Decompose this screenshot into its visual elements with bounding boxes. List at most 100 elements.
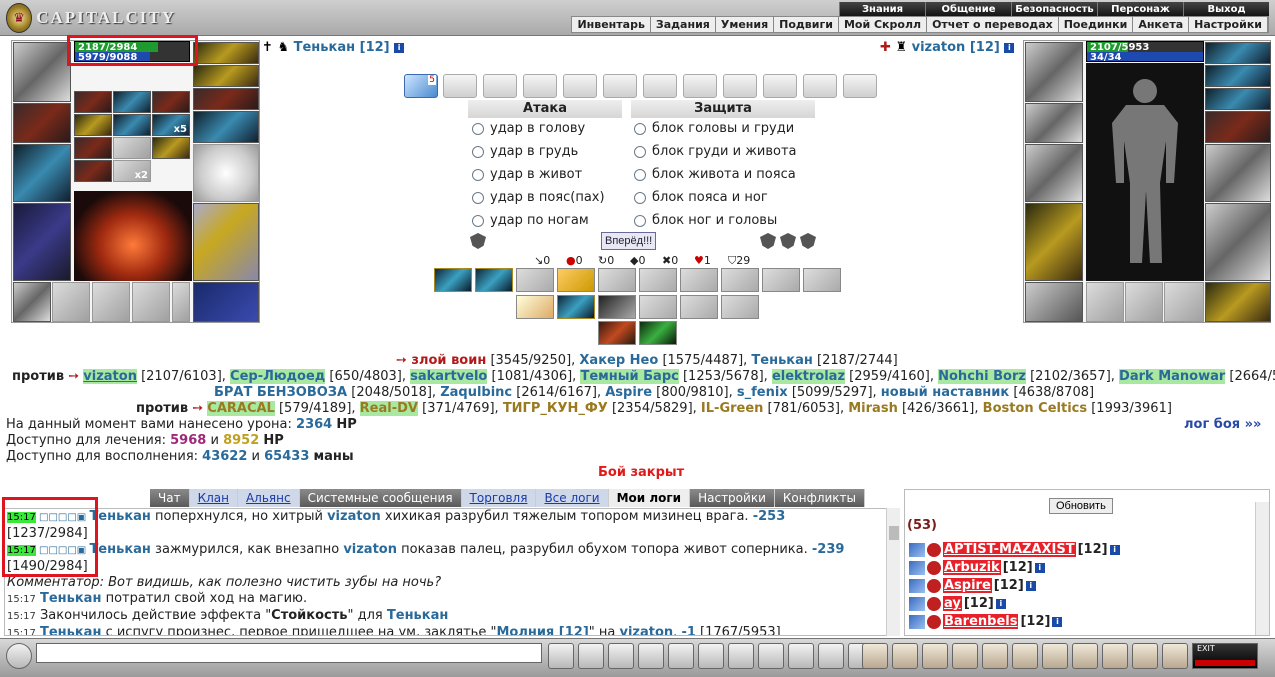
effect-icon[interactable] [803, 268, 841, 292]
defense-shield-icon[interactable] [470, 233, 486, 249]
tab-3[interactable]: Системные сообщения [299, 489, 462, 507]
fighter-name[interactable]: злой воин [411, 353, 486, 368]
fighter-name[interactable]: s_fenix [737, 385, 788, 400]
info-icon[interactable]: i [995, 598, 1006, 609]
effect-icon[interactable] [557, 268, 595, 292]
gloves-slot[interactable] [1205, 111, 1271, 143]
chat-part[interactable]: vizaton [327, 509, 381, 524]
action-icon[interactable] [1132, 643, 1158, 669]
info-icon[interactable]: i [1034, 562, 1045, 573]
empty-slot-3[interactable] [132, 282, 170, 322]
chat-part[interactable]: Молния [12] [496, 625, 588, 635]
defense-option[interactable]: блок груди и живота [634, 144, 797, 159]
fighter-name[interactable]: CARACAL [207, 401, 275, 416]
fighter-name[interactable]: Mirash [848, 401, 898, 416]
chat-part[interactable]: -1 [681, 625, 695, 635]
spell-slot[interactable] [152, 137, 190, 159]
fighter-name[interactable]: IL-Green [701, 401, 764, 416]
menu-sub-item[interactable]: Умения [716, 17, 775, 32]
scroll-slot[interactable] [603, 74, 637, 98]
attack-option[interactable]: удар в грудь [472, 144, 578, 159]
effect-icon[interactable] [598, 295, 636, 319]
spell-slot[interactable] [113, 91, 151, 113]
fighter-name[interactable]: Boston Celtics [983, 401, 1087, 416]
action-icon[interactable] [1102, 643, 1128, 669]
radio-icon[interactable] [472, 145, 484, 158]
empty-slot-2[interactable] [92, 282, 130, 322]
smile-icon[interactable] [6, 643, 32, 669]
weapon-slot[interactable] [13, 144, 71, 202]
spell-slot[interactable] [74, 91, 112, 113]
empty-slot-2[interactable] [1125, 282, 1163, 322]
tab-8[interactable]: Конфликты [774, 489, 866, 507]
ring-slot-1[interactable] [1205, 42, 1271, 64]
action-icon[interactable] [1042, 643, 1068, 669]
empty-slot-4[interactable] [172, 282, 190, 322]
ring-slot-3[interactable] [1205, 88, 1271, 110]
menu-sub-item[interactable]: Задания [651, 17, 716, 32]
action-icon[interactable] [1162, 643, 1188, 669]
chat-log[interactable]: 15:17 □□□□▣ Тенькан поперхнулся, но хитр… [4, 508, 900, 636]
chat-part[interactable]: vizaton [620, 625, 674, 635]
fighter-name[interactable]: Хакер Нео [579, 353, 658, 368]
menu-sub-item[interactable]: Мой Скролл [839, 17, 928, 32]
radio-icon[interactable] [472, 122, 484, 135]
attack-option[interactable]: удар по ногам [472, 213, 589, 228]
weapon-slot[interactable] [1025, 144, 1083, 202]
fighter-name[interactable]: sakartvelo [410, 369, 488, 384]
spell-scroll-active[interactable]: 5 [404, 74, 438, 98]
empty-slot-1[interactable] [1086, 282, 1124, 322]
scroll-slot[interactable] [763, 74, 797, 98]
effect-icon[interactable] [598, 268, 636, 292]
scroll-icon[interactable] [728, 643, 754, 669]
fighter-name[interactable]: ТИГР_КУН_ФУ [503, 401, 608, 416]
chat-part[interactable]: Тенькан [40, 625, 101, 635]
chat-part[interactable]: -239 [812, 542, 845, 557]
menu-sub-item[interactable]: Поединки [1059, 17, 1134, 32]
chat-part[interactable]: Тенькан [89, 509, 150, 524]
ring-slot-2[interactable] [1205, 65, 1271, 87]
opponent-name[interactable]: vizaton [912, 40, 966, 55]
effect-icon[interactable] [639, 268, 677, 292]
action-icon[interactable] [922, 643, 948, 669]
chat-part[interactable]: vizaton [343, 542, 397, 557]
radio-icon[interactable] [634, 168, 646, 181]
shield-slot[interactable] [193, 144, 259, 202]
empty-slot-3[interactable] [1164, 282, 1204, 322]
chat-part[interactable]: Тенькан [89, 542, 150, 557]
exit-button[interactable]: EXIT [1192, 643, 1258, 669]
effect-icon[interactable] [721, 295, 759, 319]
menu-top-item[interactable]: Персонаж [1097, 2, 1183, 17]
spell-slot[interactable] [113, 137, 151, 159]
effect-icon[interactable] [762, 268, 800, 292]
player-row[interactable]: Barenbels [12] i [909, 614, 1063, 629]
forward-button[interactable]: Вперёд!!! [601, 232, 657, 250]
menu-top-item[interactable]: Знания [839, 2, 925, 17]
defense-option[interactable]: блок пояса и ног [634, 190, 768, 205]
radio-icon[interactable] [634, 214, 646, 227]
fighter-name[interactable]: Real-DV [359, 401, 418, 416]
scroll-slot[interactable] [843, 74, 877, 98]
tab-1[interactable]: Клан [189, 489, 238, 507]
effect-icon[interactable] [598, 321, 636, 345]
attack-option[interactable]: удар в пояс(пах) [472, 190, 605, 205]
sword-icon[interactable] [638, 643, 664, 669]
info-icon[interactable]: i [394, 42, 405, 53]
armor-slot[interactable] [13, 203, 71, 281]
defense-option[interactable]: блок живота и пояса [634, 167, 796, 182]
info-icon[interactable]: i [1109, 544, 1120, 555]
attack-option[interactable]: удар в голову [472, 121, 585, 136]
fighter-name[interactable]: Aspire [605, 385, 652, 400]
spell-slot[interactable] [152, 91, 190, 113]
player-name[interactable]: Тенькан [294, 40, 355, 55]
effect-icon[interactable] [434, 268, 472, 292]
menu-sub-item[interactable]: Настройки [1189, 17, 1268, 32]
helmet-slot[interactable] [1025, 42, 1083, 102]
gloves-slot[interactable] [193, 111, 259, 143]
tab-5[interactable]: Все логи [536, 489, 609, 507]
defense-option[interactable]: блок головы и груди [634, 121, 794, 136]
effect-icon[interactable] [516, 295, 554, 319]
armor-slot[interactable] [1025, 203, 1083, 281]
private-message-icon[interactable] [909, 614, 925, 629]
belt-slot[interactable] [1025, 282, 1083, 322]
